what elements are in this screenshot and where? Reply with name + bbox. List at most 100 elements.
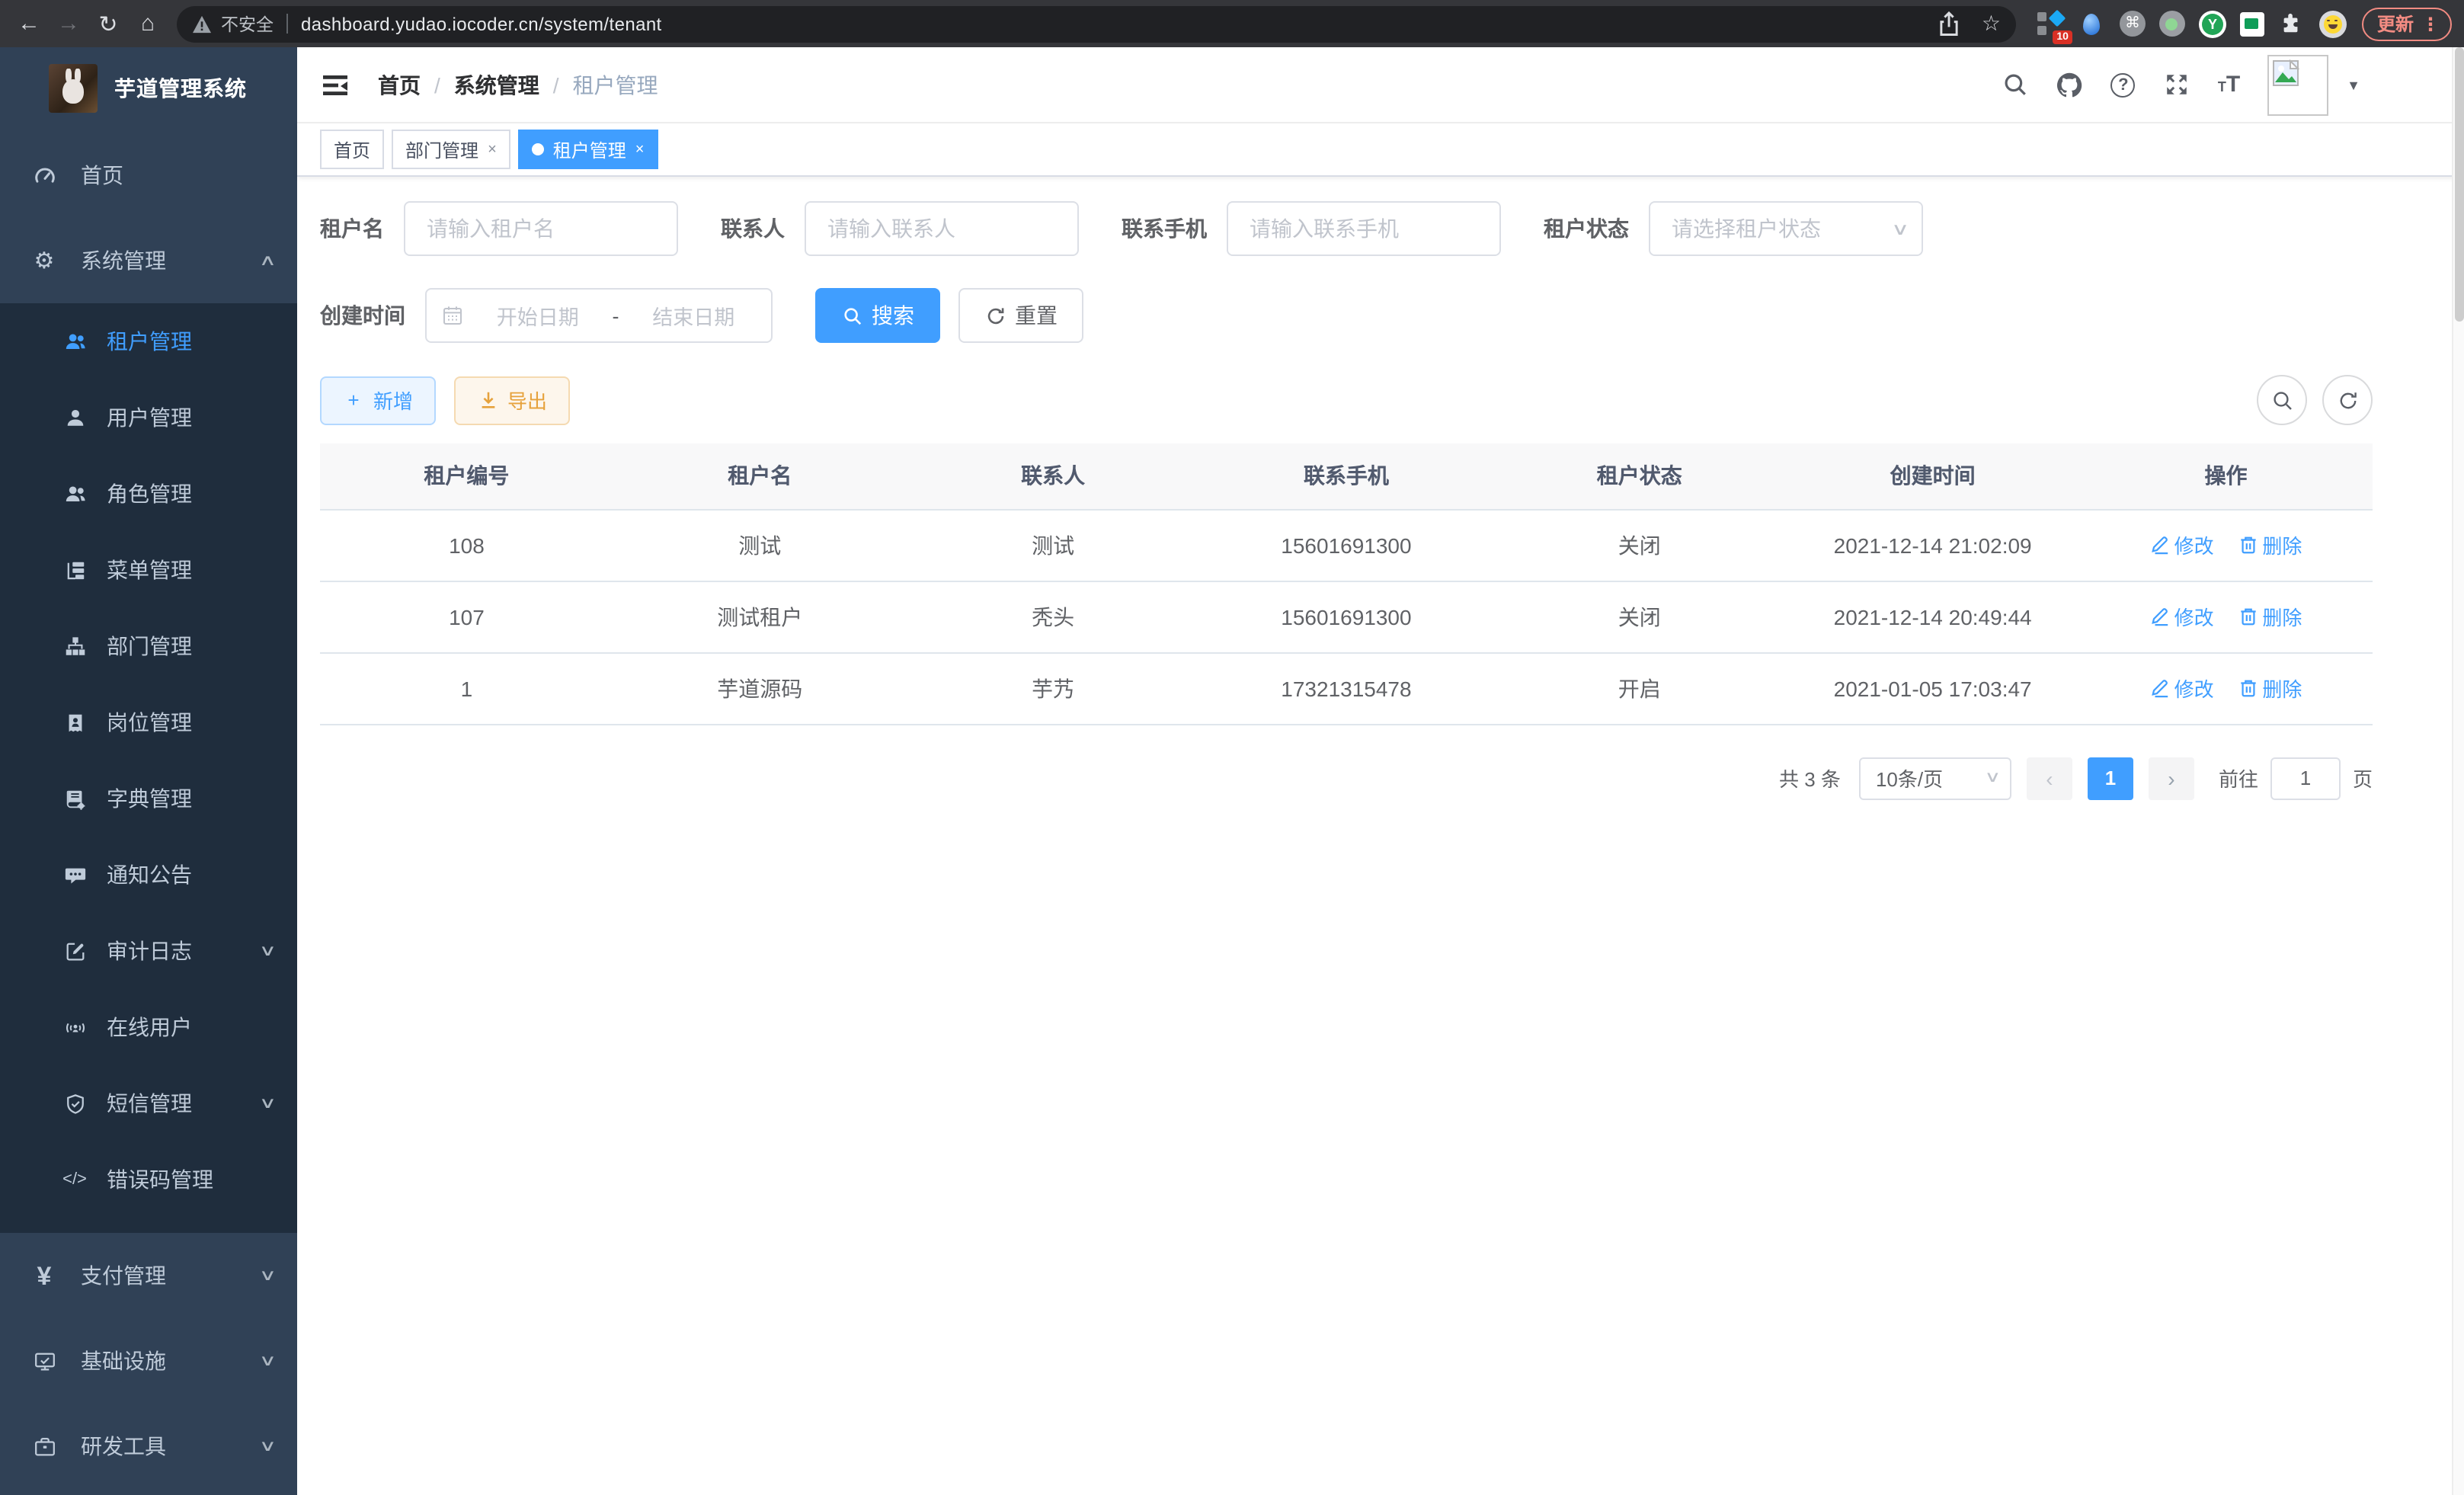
chevron-down-icon: ∨ [258,1438,276,1455]
chevron-down-icon: ∨ [258,943,276,959]
breadcrumb-home[interactable]: 首页 [378,69,421,100]
sidebar-item-system[interactable]: ⚙ 系统管理 ∧ [0,218,297,303]
goto-page-input[interactable] [2270,757,2341,799]
shield-check-icon [62,1092,87,1115]
mobile-input[interactable] [1227,201,1501,256]
avatar-caret-icon[interactable]: ▼ [2347,77,2360,92]
contact-label: 联系人 [721,213,785,244]
status-select[interactable]: 请选择租户状态 ∨ [1649,201,1923,256]
extension-yudao-icon[interactable]: Y [2199,10,2226,37]
docs-help-icon[interactable]: ? [2111,72,2136,97]
tab-close-icon[interactable]: × [488,141,497,158]
prev-page-button[interactable]: ‹ [2027,757,2072,799]
trash-icon [2238,535,2258,555]
extension-chat-icon[interactable] [2240,11,2264,36]
sidebar-item-online-user[interactable]: 在线用户 [0,989,297,1065]
bookmark-star-icon[interactable]: ☆ [1982,11,2001,37]
app-logo-row[interactable]: 芋道管理系统 [0,47,297,130]
tenant-name-input[interactable] [404,201,678,256]
cell-created-at: 2021-12-14 21:02:09 [1786,509,2079,581]
extension-recorder-icon[interactable] [2159,11,2185,37]
browser-forward-icon[interactable]: → [52,7,85,40]
add-button[interactable]: + 新增 [320,376,436,424]
tab-home[interactable]: 首页 [320,130,384,169]
toolbox-icon [32,1435,56,1458]
date-separator: - [613,304,619,327]
tenant-users-icon [62,330,87,353]
sidebar-item-dict[interactable]: 字典管理 [0,760,297,837]
user-avatar[interactable] [2267,54,2328,115]
browser-back-icon[interactable]: ← [12,7,46,40]
sidebar-item-home[interactable]: 首页 [0,133,297,218]
column-header: 租户状态 [1493,443,1786,509]
browser-home-icon[interactable]: ⌂ [131,7,165,40]
font-size-icon[interactable]: TT [2218,71,2240,98]
browser-menu-icon[interactable]: ⋮ [2421,13,2440,34]
toggle-search-button[interactable] [2257,375,2307,425]
refresh-table-button[interactable] [2322,375,2373,425]
sidebar-item-dev-tools[interactable]: 研发工具 ∨ [0,1404,297,1489]
page-url[interactable]: dashboard.yudao.iocoder.cn/system/tenant [301,13,1936,34]
sidebar-menu: 首页 ⚙ 系统管理 ∧ 租户管理 [0,130,297,1495]
cell-tenant-name: 测试租户 [613,581,907,652]
cell-actions: 修改 删除 [2079,652,2373,724]
page-size-select[interactable]: 10条/页 ∨ [1859,757,2011,799]
sidebar-item-tenant[interactable]: 租户管理 [0,303,297,379]
sidebar-item-post[interactable]: 岗位管理 [0,684,297,760]
app-logo [49,64,98,113]
menu-tree-icon [62,559,87,581]
sidebar-item-user[interactable]: 用户管理 [0,379,297,456]
edit-log-icon [62,940,87,962]
window-scrollbar[interactable] [2452,47,2464,1495]
chrome-update-button[interactable]: 更新 ⋮ [2362,7,2452,40]
delete-link[interactable]: 删除 [2238,530,2302,559]
chevron-down-icon: ∨ [258,1353,276,1369]
select-chevron-icon: ∨ [1984,770,2001,786]
cell-mobile: 15601691300 [1200,509,1493,581]
sidebar-item-menu[interactable]: 菜单管理 [0,532,297,608]
delete-link[interactable]: 删除 [2238,674,2302,703]
browser-reload-icon[interactable]: ↻ [91,7,125,40]
sidebar-item-dept[interactable]: 部门管理 [0,608,297,684]
tenant-name-label: 租户名 [320,213,384,244]
sidebar-item-error-code[interactable]: </> 错误码管理 [0,1141,297,1218]
sidebar-item-notice[interactable]: 通知公告 [0,837,297,913]
security-label[interactable]: 不安全 [221,11,274,36]
status-label: 租户状态 [1544,213,1629,244]
search-button[interactable]: 搜索 [815,288,940,343]
current-page-button[interactable]: 1 [2088,757,2133,799]
download-icon [477,389,498,411]
reset-button[interactable]: 重置 [958,288,1083,343]
filter-form-row-2: 创建时间 开始日期 - 结束日期 [320,288,2373,343]
column-header: 操作 [2079,443,2373,509]
extensions-puzzle-icon[interactable] [2278,10,2306,37]
create-time-range-picker[interactable]: 开始日期 - 结束日期 [425,288,773,343]
header-search-icon[interactable] [2002,71,2029,98]
extension-command-icon[interactable]: ⌘ [2120,11,2146,37]
edit-link[interactable]: 修改 [2150,674,2214,703]
scrollbar-thumb[interactable] [2455,47,2464,322]
address-bar[interactable]: 不安全 dashboard.yudao.iocoder.cn/system/te… [177,5,2016,42]
share-icon[interactable] [1936,10,1963,37]
edit-link[interactable]: 修改 [2150,530,2214,559]
contact-input[interactable] [805,201,1079,256]
delete-link[interactable]: 删除 [2238,602,2302,631]
profile-avatar-icon[interactable] [2319,10,2347,37]
extension-tabs-icon[interactable]: 10 [2037,10,2065,37]
sidebar-item-audit-log[interactable]: 审计日志 ∨ [0,913,297,989]
extension-pin-icon[interactable] [2078,10,2106,37]
tenant-table: 租户编号 租户名 联系人 联系手机 租户状态 创建时间 操作 108 测试 [320,443,2373,725]
edit-link[interactable]: 修改 [2150,602,2214,631]
fullscreen-icon[interactable] [2163,71,2190,98]
export-button[interactable]: 导出 [454,376,570,424]
next-page-button[interactable]: › [2149,757,2194,799]
sidebar-item-payment[interactable]: ¥ 支付管理 ∨ [0,1233,297,1318]
sidebar-item-sms[interactable]: 短信管理 ∨ [0,1065,297,1141]
github-icon[interactable] [2056,71,2084,98]
tab-close-icon[interactable]: × [635,141,645,158]
sidebar-toggle-icon[interactable] [320,69,350,100]
sidebar-item-role[interactable]: 角色管理 [0,456,297,532]
tab-dept[interactable]: 部门管理 × [392,130,510,169]
tab-tenant[interactable]: 租户管理 × [518,130,658,169]
sidebar-item-infra[interactable]: 基础设施 ∨ [0,1318,297,1404]
